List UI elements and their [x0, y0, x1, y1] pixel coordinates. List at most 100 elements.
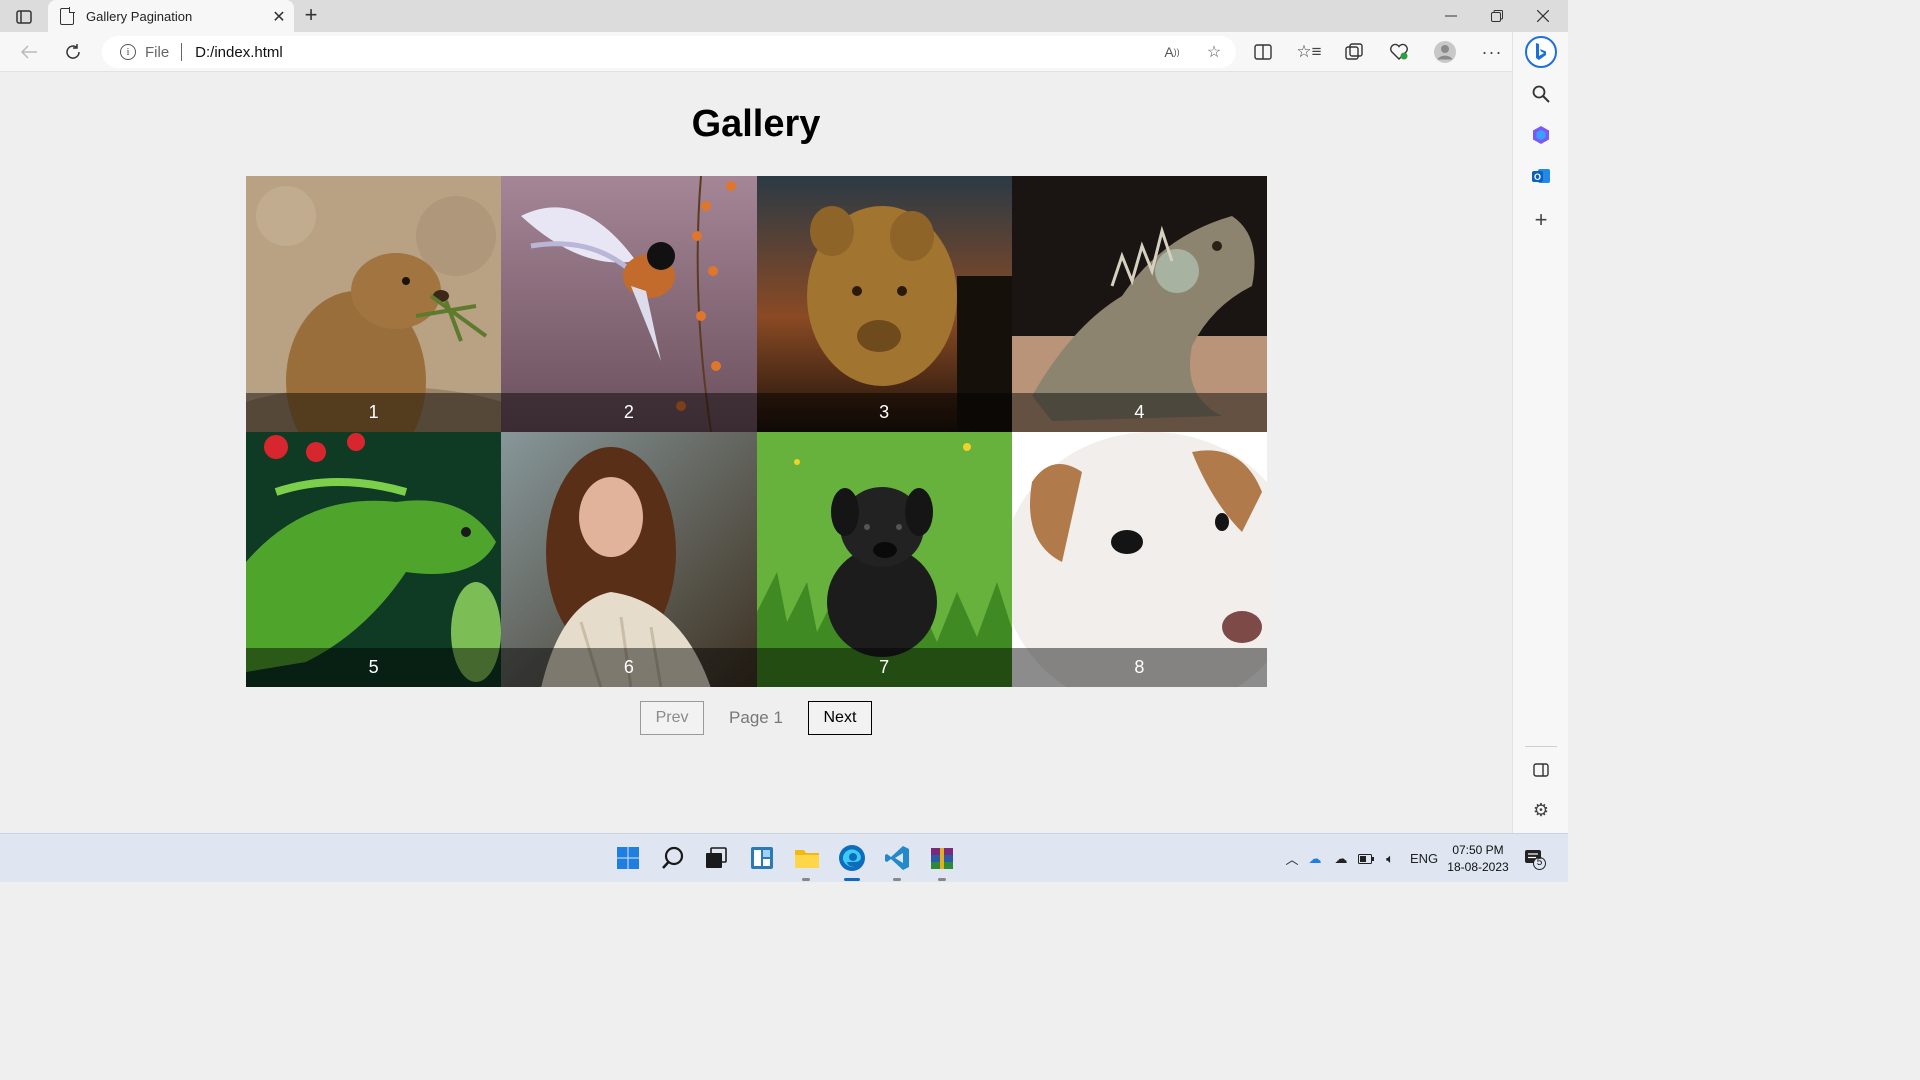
restore-icon — [1491, 10, 1503, 22]
active-indicator — [844, 878, 860, 881]
page-indicator: Page 1 — [729, 708, 783, 727]
windows-logo-icon — [617, 847, 639, 869]
collections-icon — [1345, 43, 1363, 60]
pagination: Prev Page 1 Next — [0, 701, 1512, 735]
running-indicator — [938, 878, 946, 881]
language-indicator[interactable]: ENG — [1410, 851, 1438, 866]
edge-button[interactable] — [836, 842, 868, 874]
prev-button[interactable]: Prev — [640, 701, 705, 735]
gallery-tile-lion-cub[interactable]: 3 — [756, 176, 1012, 432]
gear-icon: ⚙ — [1532, 799, 1550, 820]
next-button[interactable]: Next — [807, 701, 872, 735]
tile-caption: 8 — [1011, 648, 1267, 687]
tile-caption: 4 — [1011, 392, 1267, 432]
gallery-tile-bird[interactable]: 2 — [501, 176, 757, 432]
url-text[interactable]: D:/index.html — [195, 44, 283, 61]
gallery-tile-iguana[interactable]: 4 — [1011, 176, 1267, 432]
running-indicator — [893, 878, 901, 881]
read-aloud-icon[interactable]: A)) — [1160, 40, 1184, 64]
sidebar-search-button[interactable] — [1527, 80, 1555, 108]
start-button[interactable] — [612, 842, 644, 874]
clock-time: 07:50 PM — [1452, 843, 1504, 857]
clock[interactable]: 07:50 PM 18-08-2023 — [1440, 842, 1516, 876]
gallery-tile-woman[interactable]: 6 — [501, 431, 757, 687]
tile-caption: 2 — [501, 392, 757, 432]
tile-caption: 5 — [246, 648, 502, 687]
tile-caption: 1 — [246, 392, 502, 432]
sidebar-settings-button[interactable]: ⚙ — [1527, 796, 1555, 824]
document-icon — [60, 7, 75, 25]
favorites-button[interactable]: ☆≡ — [1294, 38, 1324, 66]
edge-sidebar: O + ⚙ — [1512, 32, 1568, 833]
notifications-button[interactable]: 5 — [1524, 848, 1546, 870]
sidebar-outlook-button[interactable]: O — [1527, 162, 1555, 190]
address-bar[interactable]: i File D:/index.html A)) ☆ — [102, 36, 1236, 68]
close-window-button[interactable] — [1520, 0, 1566, 32]
task-view-icon — [706, 847, 727, 868]
winrar-icon — [931, 848, 953, 869]
site-info-icon[interactable]: i — [120, 44, 136, 60]
taskbar-search-button[interactable] — [657, 842, 689, 874]
widgets-button[interactable] — [746, 842, 778, 874]
gallery-tile-white-dog[interactable]: 8 — [1011, 431, 1267, 687]
close-icon — [1537, 10, 1549, 22]
vscode-icon — [885, 846, 909, 870]
tile-caption: 6 — [501, 648, 757, 687]
battery-glyph-icon — [1358, 853, 1374, 864]
browser-essentials-button[interactable] — [1384, 38, 1414, 66]
web-page: Gallery 1 2 3 4 5 6 7 8 Prev Page 1 Next — [0, 73, 1512, 833]
battery-icon[interactable] — [1354, 853, 1378, 864]
tab-actions-button[interactable] — [10, 6, 38, 28]
avatar-icon — [1434, 41, 1456, 63]
outlook-icon: O — [1532, 169, 1550, 183]
new-tab-button[interactable]: + — [298, 3, 324, 29]
back-button[interactable] — [14, 38, 44, 66]
tile-caption: 7 — [756, 648, 1012, 687]
favorite-star-icon[interactable]: ☆ — [1202, 40, 1226, 64]
folder-icon — [795, 850, 819, 868]
task-view-button[interactable] — [700, 842, 732, 874]
gallery-tile-puppy[interactable]: 7 — [756, 431, 1012, 687]
clock-date: 18-08-2023 — [1447, 860, 1509, 874]
restore-button[interactable] — [1474, 0, 1520, 32]
file-explorer-button[interactable] — [791, 842, 823, 874]
refresh-button[interactable] — [58, 38, 88, 66]
url-scheme-label: File — [145, 43, 170, 61]
chevron-up-icon[interactable]: ︿ — [1282, 849, 1302, 868]
wifi-cloud-icon[interactable]: ☁ — [1328, 851, 1354, 867]
hide-sidebar-button[interactable] — [1527, 756, 1555, 784]
url-separator — [181, 43, 183, 61]
volume-icon[interactable]: 🔈︎ — [1378, 851, 1402, 867]
vscode-button[interactable] — [881, 842, 913, 874]
image-gallery: 1 2 3 4 5 6 7 8 — [246, 176, 1267, 687]
tab-title: Gallery Pagination — [86, 9, 193, 24]
close-tab-icon[interactable]: ✕ — [264, 7, 294, 27]
bing-chat-button[interactable] — [1525, 36, 1557, 68]
bing-icon — [1525, 36, 1557, 68]
gallery-tile-green-iguana[interactable]: 5 — [246, 431, 502, 687]
settings-more-button[interactable]: ··· — [1477, 38, 1507, 66]
windows-taskbar: ︿ ☁ ☁ 🔈︎ ENG 07:50 PM 18-08-2023 5 — [0, 833, 1568, 882]
favorites-icon: ☆≡ — [1296, 42, 1322, 61]
more-dots-icon: ··· — [1481, 41, 1503, 62]
sidebar-panel-icon — [1533, 763, 1549, 777]
sidebar-discover-button[interactable] — [1527, 121, 1555, 149]
plus-icon: + — [1534, 207, 1548, 232]
title-bar: Gallery Pagination ✕ + — [0, 0, 1568, 33]
widgets-icon — [751, 847, 773, 869]
browser-tab[interactable]: Gallery Pagination ✕ — [48, 0, 294, 33]
split-screen-button[interactable] — [1248, 38, 1278, 66]
gallery-tile-prairie-dog[interactable]: 1 — [246, 176, 502, 432]
collections-button[interactable] — [1339, 38, 1369, 66]
copilot-icon — [1533, 126, 1549, 144]
running-indicator — [802, 878, 810, 881]
winrar-button[interactable] — [926, 842, 958, 874]
heart-pulse-icon — [1390, 43, 1408, 60]
sidebar-add-button[interactable]: + — [1527, 206, 1555, 234]
onedrive-cloud-icon[interactable]: ☁ — [1302, 851, 1328, 867]
tile-caption: 3 — [756, 392, 1012, 432]
browser-toolbar: i File D:/index.html A)) ☆ ☆≡ ··· — [0, 32, 1512, 72]
minimize-icon — [1445, 15, 1457, 17]
profile-button[interactable] — [1430, 38, 1460, 66]
minimize-button[interactable] — [1428, 0, 1474, 32]
